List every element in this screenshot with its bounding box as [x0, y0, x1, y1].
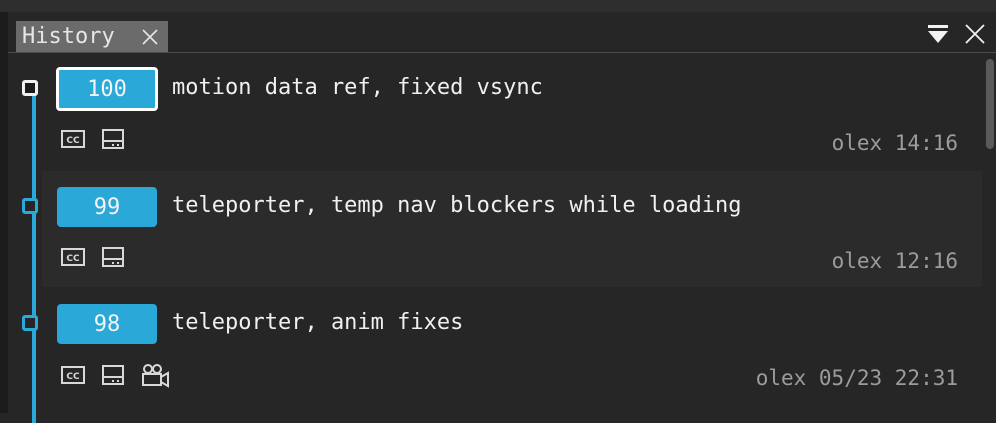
history-entry[interactable]: 99 teleporter, temp nav blockers while l… [22, 171, 984, 287]
entry-author-time: olex 12:16 [831, 249, 958, 273]
entry-author-time: olex 14:16 [831, 131, 958, 155]
history-entry[interactable]: 100 motion data ref, fixed vsync CC olex… [22, 53, 984, 169]
cc-icon[interactable]: CC [60, 245, 86, 269]
panel-menu-icon[interactable] [926, 22, 950, 46]
svg-text:CC: CC [66, 254, 80, 264]
entry-icons: CC [60, 245, 126, 269]
changeset-badge[interactable]: 100 [56, 67, 158, 111]
timeline-node [22, 198, 38, 214]
cc-icon[interactable]: CC [60, 363, 86, 387]
close-icon[interactable] [140, 27, 160, 47]
layout-icon[interactable] [100, 363, 126, 387]
window-top-bar [0, 0, 996, 12]
layout-icon[interactable] [100, 127, 126, 151]
tab-history-label: History [22, 24, 115, 49]
changeset-badge[interactable]: 98 [57, 304, 157, 344]
tab-history[interactable]: History [16, 21, 168, 52]
history-list: 100 motion data ref, fixed vsync CC olex… [8, 53, 996, 423]
scrollbar-thumb[interactable] [986, 59, 994, 149]
changeset-badge[interactable]: 99 [57, 187, 157, 227]
timeline-node [22, 315, 38, 331]
svg-text:CC: CC [66, 372, 80, 382]
entry-author-time: olex 05/23 22:31 [755, 366, 958, 390]
panel-close-icon[interactable] [964, 23, 986, 45]
commit-message: teleporter, anim fixes [172, 310, 464, 335]
panel-tab-row: History [8, 12, 996, 53]
layout-icon[interactable] [100, 245, 126, 269]
commit-message: teleporter, temp nav blockers while load… [172, 193, 742, 218]
timeline-line [32, 93, 36, 423]
history-entry[interactable]: 98 teleporter, anim fixes CC olex 05/23 … [22, 288, 984, 404]
cc-icon[interactable]: CC [60, 127, 86, 151]
svg-text:CC: CC [66, 136, 80, 146]
commit-message: motion data ref, fixed vsync [172, 75, 543, 100]
scrollbar-track[interactable] [982, 53, 996, 413]
timeline-node [22, 80, 38, 96]
entry-icons: CC [60, 127, 126, 151]
left-edge-strip [0, 12, 8, 413]
camera-icon[interactable] [140, 362, 170, 388]
entry-icons: CC [60, 362, 170, 388]
